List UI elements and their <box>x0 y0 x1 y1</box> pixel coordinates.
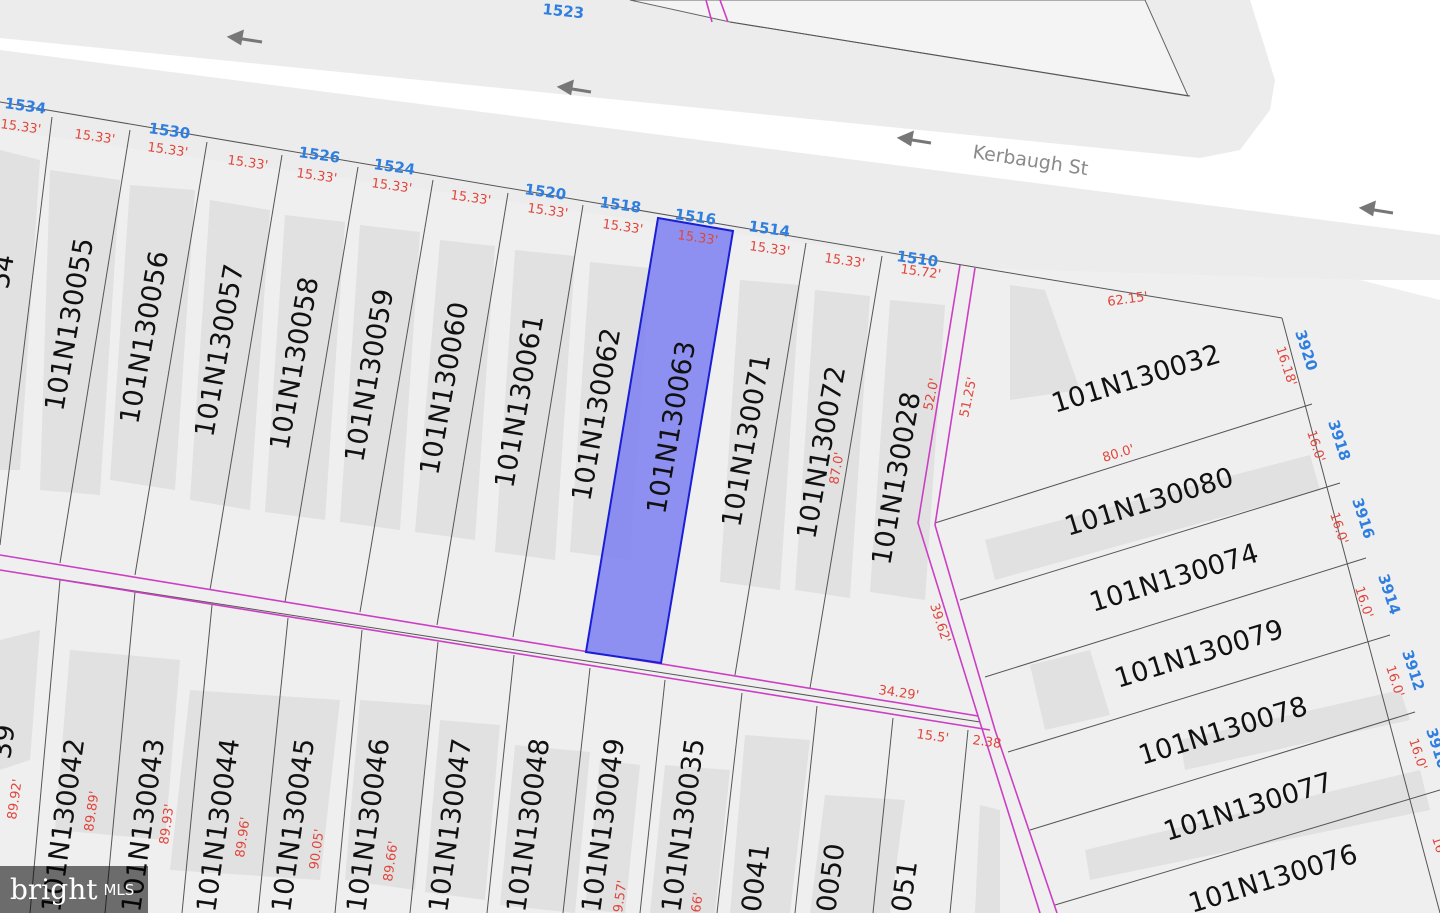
parcel-map[interactable]: Kerbaugh St 101N130055 101N130056 101N13… <box>0 0 1440 913</box>
street-name: Kerbaugh St <box>971 141 1089 180</box>
arrow-left-icon <box>1358 200 1394 217</box>
logo-brand: bright <box>10 873 98 906</box>
logo-suffix: MLS <box>103 880 135 899</box>
dimension-label: 66' <box>689 892 707 913</box>
arrow-left-icon <box>896 130 932 147</box>
bright-mls-logo: bright MLS <box>0 866 148 913</box>
